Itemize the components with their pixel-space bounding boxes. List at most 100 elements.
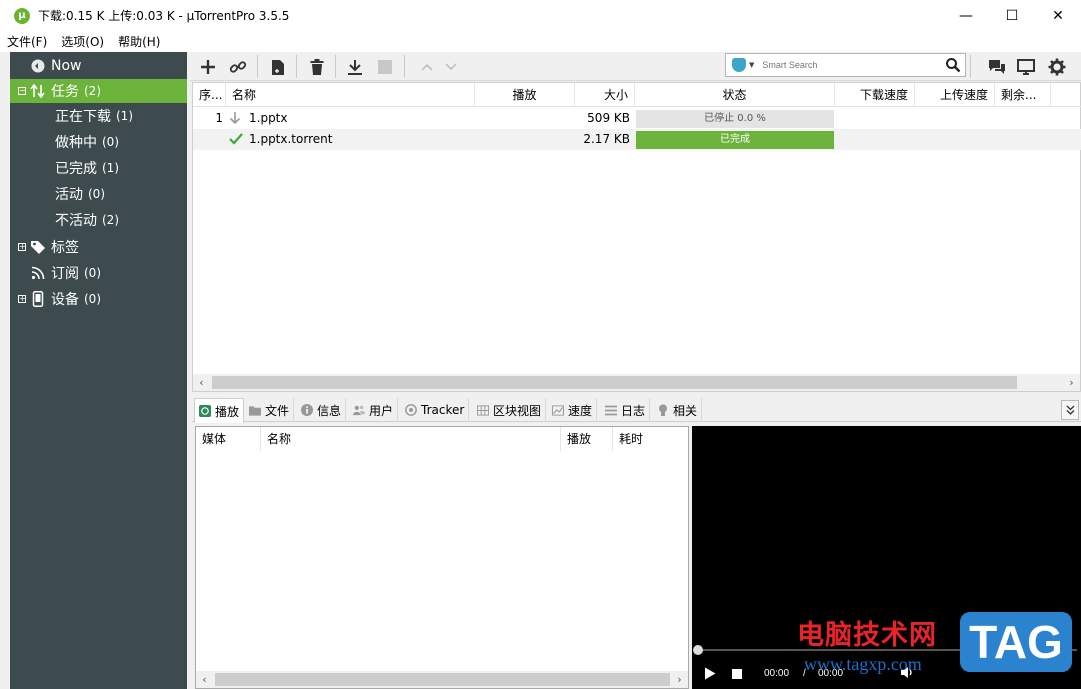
column-header-name[interactable]: 名称 <box>226 83 475 107</box>
tab-speed[interactable]: 速度 <box>548 398 598 422</box>
checkmark-icon <box>229 129 245 150</box>
tab-related[interactable]: 相关 <box>653 398 703 422</box>
sidebar-item-downloading[interactable]: 正在下载 (1) <box>10 104 187 128</box>
scroll-left-icon[interactable]: ‹ <box>196 671 213 688</box>
horizontal-scrollbar[interactable]: ‹ › <box>193 374 1080 391</box>
scroll-left-icon[interactable]: ‹ <box>193 374 210 391</box>
utorrent-logo-icon: µ <box>14 7 30 24</box>
expand-icon[interactable]: + <box>18 295 26 303</box>
download-button[interactable] <box>343 55 367 79</box>
tab-label: 文件 <box>265 403 290 418</box>
sidebar-item-label: 设备 <box>51 292 79 308</box>
row-name: 1.pptx <box>249 111 288 125</box>
tab-label: 区块视图 <box>493 403 542 418</box>
sidebar-item-seeding[interactable]: 做种中 (0) <box>10 130 187 154</box>
column-header-duration[interactable]: 耗时 <box>613 427 688 451</box>
seek-handle[interactable] <box>693 645 703 655</box>
sidebar-item-count: (2) <box>102 213 119 227</box>
tab-tracker[interactable]: Tracker <box>401 398 470 422</box>
column-header-play[interactable]: 播放 <box>561 427 613 451</box>
column-header-seq[interactable]: 序... <box>193 83 226 107</box>
tab-info[interactable]: 信息 <box>297 398 347 422</box>
status-progress-bar: 已停止 0.0 % <box>636 110 834 128</box>
column-header-up-speed[interactable]: 上传速度 <box>915 83 995 107</box>
scroll-right-icon[interactable]: › <box>671 671 688 688</box>
gear-icon[interactable] <box>1045 55 1069 79</box>
sidebar-item-count: (1) <box>116 109 133 123</box>
sidebar-item-label: 活动 <box>55 187 83 203</box>
chat-icon[interactable] <box>985 55 1009 79</box>
remote-display-icon[interactable] <box>1014 55 1038 79</box>
maximize-button[interactable]: ☐ <box>989 0 1035 31</box>
delete-button[interactable] <box>305 55 329 79</box>
table-row[interactable]: 1.pptx.torrent 2.17 KB 已完成 <box>193 129 1081 150</box>
sidebar-item-tasks[interactable]: − 任务 (2) <box>10 79 187 103</box>
phone-icon <box>30 291 46 307</box>
watermark-title: 电脑技术网 <box>797 620 937 651</box>
tab-log[interactable]: 日志 <box>601 398 651 422</box>
tab-label: 用户 <box>369 403 394 418</box>
lightbulb-icon <box>657 404 669 416</box>
sidebar-item-active[interactable]: 活动 (0) <box>10 182 187 206</box>
expand-icon[interactable]: + <box>18 243 26 251</box>
search-provider-icon[interactable] <box>732 58 746 72</box>
row-seq <box>193 129 223 150</box>
column-header-media[interactable]: 媒体 <box>196 427 261 451</box>
stop-icon[interactable] <box>732 669 742 682</box>
sidebar-item-count: (0) <box>102 135 119 149</box>
status-text: 已停止 0.0 % <box>704 113 766 124</box>
tab-label: 日志 <box>621 403 646 418</box>
move-down-button[interactable] <box>439 55 463 79</box>
sidebar-item-devices[interactable]: + 设备 (0) <box>10 287 187 311</box>
play-icon[interactable] <box>704 667 716 683</box>
sidebar-item-now[interactable]: Now <box>10 54 187 78</box>
menu-options[interactable]: 选项(O) <box>54 33 111 50</box>
sidebar-item-count: (0) <box>84 292 101 306</box>
sidebar-item-completed[interactable]: 已完成 (1) <box>10 156 187 180</box>
tab-label: 相关 <box>673 403 698 418</box>
sidebar-item-label: 做种中 <box>55 135 97 151</box>
status-text: 已完成 <box>720 134 750 145</box>
torrent-list: 序... 名称 播放 大小 状态 下载速度 上传速度 剩余... 1 1.ppt… <box>192 82 1081 392</box>
close-button[interactable]: ✕ <box>1035 0 1081 31</box>
scrollbar-thumb[interactable] <box>215 673 670 686</box>
sidebar-item-feeds[interactable]: 订阅 (0) <box>10 261 187 285</box>
row-size: 2.17 KB <box>583 132 630 146</box>
menu-file[interactable]: 文件(F) <box>0 33 54 50</box>
move-up-button[interactable] <box>415 55 439 79</box>
sidebar-item-count: (0) <box>84 266 101 280</box>
column-header-status[interactable]: 状态 <box>635 83 835 107</box>
tab-files[interactable]: 文件 <box>245 398 295 422</box>
column-header-name[interactable]: 名称 <box>261 427 561 451</box>
add-torrent-button[interactable] <box>196 55 220 79</box>
column-header-size[interactable]: 大小 <box>575 83 635 107</box>
add-link-button[interactable] <box>226 55 250 79</box>
menu-help[interactable]: 帮助(H) <box>111 33 167 50</box>
minimize-button[interactable]: — <box>943 0 989 31</box>
column-header-play[interactable]: 播放 <box>475 83 575 107</box>
row-name: 1.pptx.torrent <box>249 132 333 146</box>
sidebar-item-label: 正在下载 <box>55 109 111 125</box>
tag-icon <box>30 239 46 255</box>
sidebar-item-count: (1) <box>102 161 119 175</box>
sidebar-item-inactive[interactable]: 不活动 (2) <box>10 208 187 232</box>
tab-play[interactable]: 播放 <box>194 398 245 423</box>
horizontal-scrollbar[interactable]: ‹ › <box>196 671 688 688</box>
chevron-down-icon[interactable]: ▼ <box>749 61 754 69</box>
tab-peers[interactable]: 用户 <box>349 398 399 422</box>
stop-button[interactable] <box>373 55 397 79</box>
sidebar-item-label: 任务 <box>51 84 79 100</box>
search-input[interactable] <box>762 60 933 70</box>
search-icon[interactable] <box>945 57 961 73</box>
collapse-panel-button[interactable] <box>1061 400 1079 420</box>
scroll-right-icon[interactable]: › <box>1063 374 1080 391</box>
column-header-down-speed[interactable]: 下载速度 <box>835 83 915 107</box>
sidebar-item-tags[interactable]: + 标签 <box>10 235 187 259</box>
smart-search-box: ▼ <box>725 53 966 77</box>
tab-pieces[interactable]: 区块视图 <box>473 398 547 422</box>
table-row[interactable]: 1 1.pptx 509 KB 已停止 0.0 % <box>193 108 1081 129</box>
create-torrent-button[interactable] <box>266 55 290 79</box>
column-header-remaining[interactable]: 剩余... <box>995 83 1051 107</box>
scrollbar-thumb[interactable] <box>212 376 1017 389</box>
collapse-icon[interactable]: − <box>18 87 26 95</box>
